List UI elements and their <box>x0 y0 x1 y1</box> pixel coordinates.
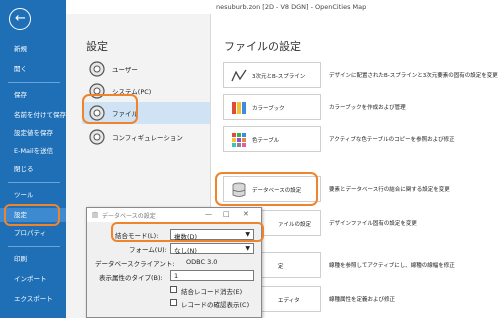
settings-item-label: コンフィギュレーション <box>112 134 183 142</box>
sidebar-divider <box>8 246 60 247</box>
database-settings-dialog: データベースの設定 — □ ✕ 結合モード(L): 複数(D) ▼ フォーム(U… <box>86 207 262 318</box>
chevron-down-icon: ▼ <box>245 231 250 238</box>
database-icon <box>92 211 98 218</box>
sidebar-item-save-as[interactable]: 名前を付けて保存 <box>0 108 66 122</box>
maximize-button[interactable]: □ <box>223 210 230 218</box>
combine-mode-value: 複数(D) <box>174 233 198 241</box>
checkbox-box <box>170 299 177 306</box>
sidebar-item-close[interactable]: 閉じる <box>0 162 66 176</box>
delete-linked-record-checkbox[interactable]: 結合レコード消去(E) <box>170 285 254 296</box>
file-setting-description: 線種属性を定義および修正 <box>329 297 396 303</box>
title-bar: nesuburb.zon [2D - V8 DGN] - OpenCities … <box>66 0 500 14</box>
sidebar-item-new[interactable]: 新規 <box>0 42 66 56</box>
file-setting-button-label: エディタ <box>278 298 300 304</box>
file-setting-description: カラーブックを作成および管理 <box>329 105 406 111</box>
backstage-sidebar: ← 新規 開く 保存 名前を付けて保存 設定値を保存 E-Mailを送信 閉じる… <box>0 0 66 318</box>
bspline-curve-icon <box>231 69 247 82</box>
file-setting-button-label: 定 <box>278 264 284 270</box>
combine-mode-label: 結合モード(L): <box>115 232 159 240</box>
window-title: nesuburb.zon [2D - V8 DGN] - OpenCities … <box>216 3 367 11</box>
color-book-icon <box>232 102 246 114</box>
file-setting-description: 線種を参照してアクティブにし、線種の線幅を修正 <box>329 263 455 269</box>
minimize-button[interactable]: — <box>205 210 212 218</box>
gear-config-icon <box>89 129 105 145</box>
db-client-value: ODBC 3.0 <box>186 258 218 266</box>
checkbox-box <box>170 286 177 293</box>
file-settings-heading: ファイルの設定 <box>224 40 301 53</box>
combine-mode-select[interactable]: 複数(D) ▼ <box>170 229 254 241</box>
db-client-label: データベースクライアント: <box>95 260 175 268</box>
file-setting-database-button[interactable]: データベースの設定 <box>223 176 321 202</box>
settings-heading: 設定 <box>86 40 108 53</box>
settings-item-file[interactable]: ファイル <box>82 102 210 124</box>
sidebar-item-save[interactable]: 保存 <box>0 88 66 102</box>
file-setting-button-label: カラーブック <box>252 106 285 112</box>
sidebar-divider <box>8 82 60 83</box>
form-label: フォーム(U): <box>129 246 167 254</box>
settings-item-user[interactable]: ユーザー <box>82 58 210 80</box>
file-setting-3d-bspline-button[interactable]: 3次元とB-スプライン <box>223 62 321 88</box>
file-setting-description: デザインファイル固有の設定を変更 <box>329 221 417 227</box>
sidebar-item-properties[interactable]: プロパティ <box>0 226 66 240</box>
gear-file-icon <box>89 105 105 121</box>
form-value: なし(N) <box>174 247 197 255</box>
sidebar-item-print[interactable]: 印刷 <box>0 252 66 266</box>
dialog-title-bar[interactable]: データベースの設定 — □ ✕ <box>87 208 261 222</box>
checkbox-label: 結合レコード消去(E) <box>181 288 243 296</box>
sidebar-item-import[interactable]: インポート <box>0 272 66 286</box>
sidebar-item-send-email[interactable]: E-Mailを送信 <box>0 144 66 158</box>
database-icon <box>232 182 246 197</box>
file-setting-description: 要素とデータベース行の結合に関する設定を変更 <box>329 187 450 193</box>
file-setting-color-book-button[interactable]: カラーブック <box>223 94 321 120</box>
sidebar-item-open[interactable]: 開く <box>0 62 66 76</box>
sidebar-item-save-settings[interactable]: 設定値を保存 <box>0 126 66 140</box>
file-setting-description: デザインに配置されたB-スプラインと3次元要素の固有の設定を変更 <box>329 73 498 79</box>
display-type-value: 1 <box>174 272 179 280</box>
close-button[interactable]: ✕ <box>243 210 249 218</box>
checkbox-label: レコードの確認表示(C) <box>181 301 250 309</box>
sidebar-item-export[interactable]: エクスポート <box>0 292 66 306</box>
settings-item-label: ユーザー <box>112 66 138 74</box>
settings-item-system[interactable]: システム(PC) <box>82 80 210 102</box>
back-button[interactable]: ← <box>9 8 31 30</box>
file-setting-color-table-button[interactable]: 色テーブル <box>223 126 321 152</box>
sidebar-item-tools[interactable]: ツール <box>0 188 66 202</box>
settings-item-label: ファイル <box>112 110 138 118</box>
dialog-title: データベースの設定 <box>102 213 156 220</box>
color-table-icon <box>232 133 246 147</box>
file-setting-button-label: 色テーブル <box>252 138 280 144</box>
gear-system-icon <box>89 83 105 99</box>
confirm-record-checkbox[interactable]: レコードの確認表示(C) <box>170 298 254 309</box>
form-select[interactable]: なし(N) ▼ <box>170 243 254 255</box>
display-type-input[interactable]: 1 <box>170 270 254 281</box>
back-arrow-icon: ← <box>15 11 26 26</box>
settings-item-label: システム(PC) <box>112 88 152 96</box>
gear-user-icon <box>89 61 105 77</box>
file-setting-button-label: ァイルの設定 <box>278 222 312 228</box>
chevron-down-icon: ▼ <box>245 245 250 252</box>
sidebar-item-settings[interactable]: 設定 <box>0 208 66 222</box>
settings-item-configuration[interactable]: コンフィギュレーション <box>82 126 210 148</box>
file-setting-button-label: データベースの設定 <box>252 188 302 194</box>
file-setting-description: アクティブな色テーブルのコピーを参照および修正 <box>329 137 455 143</box>
sidebar-divider <box>8 182 60 183</box>
file-setting-button-label: 3次元とB-スプライン <box>252 74 306 80</box>
display-type-label: 表示属性のタイプ(B): <box>99 274 163 282</box>
